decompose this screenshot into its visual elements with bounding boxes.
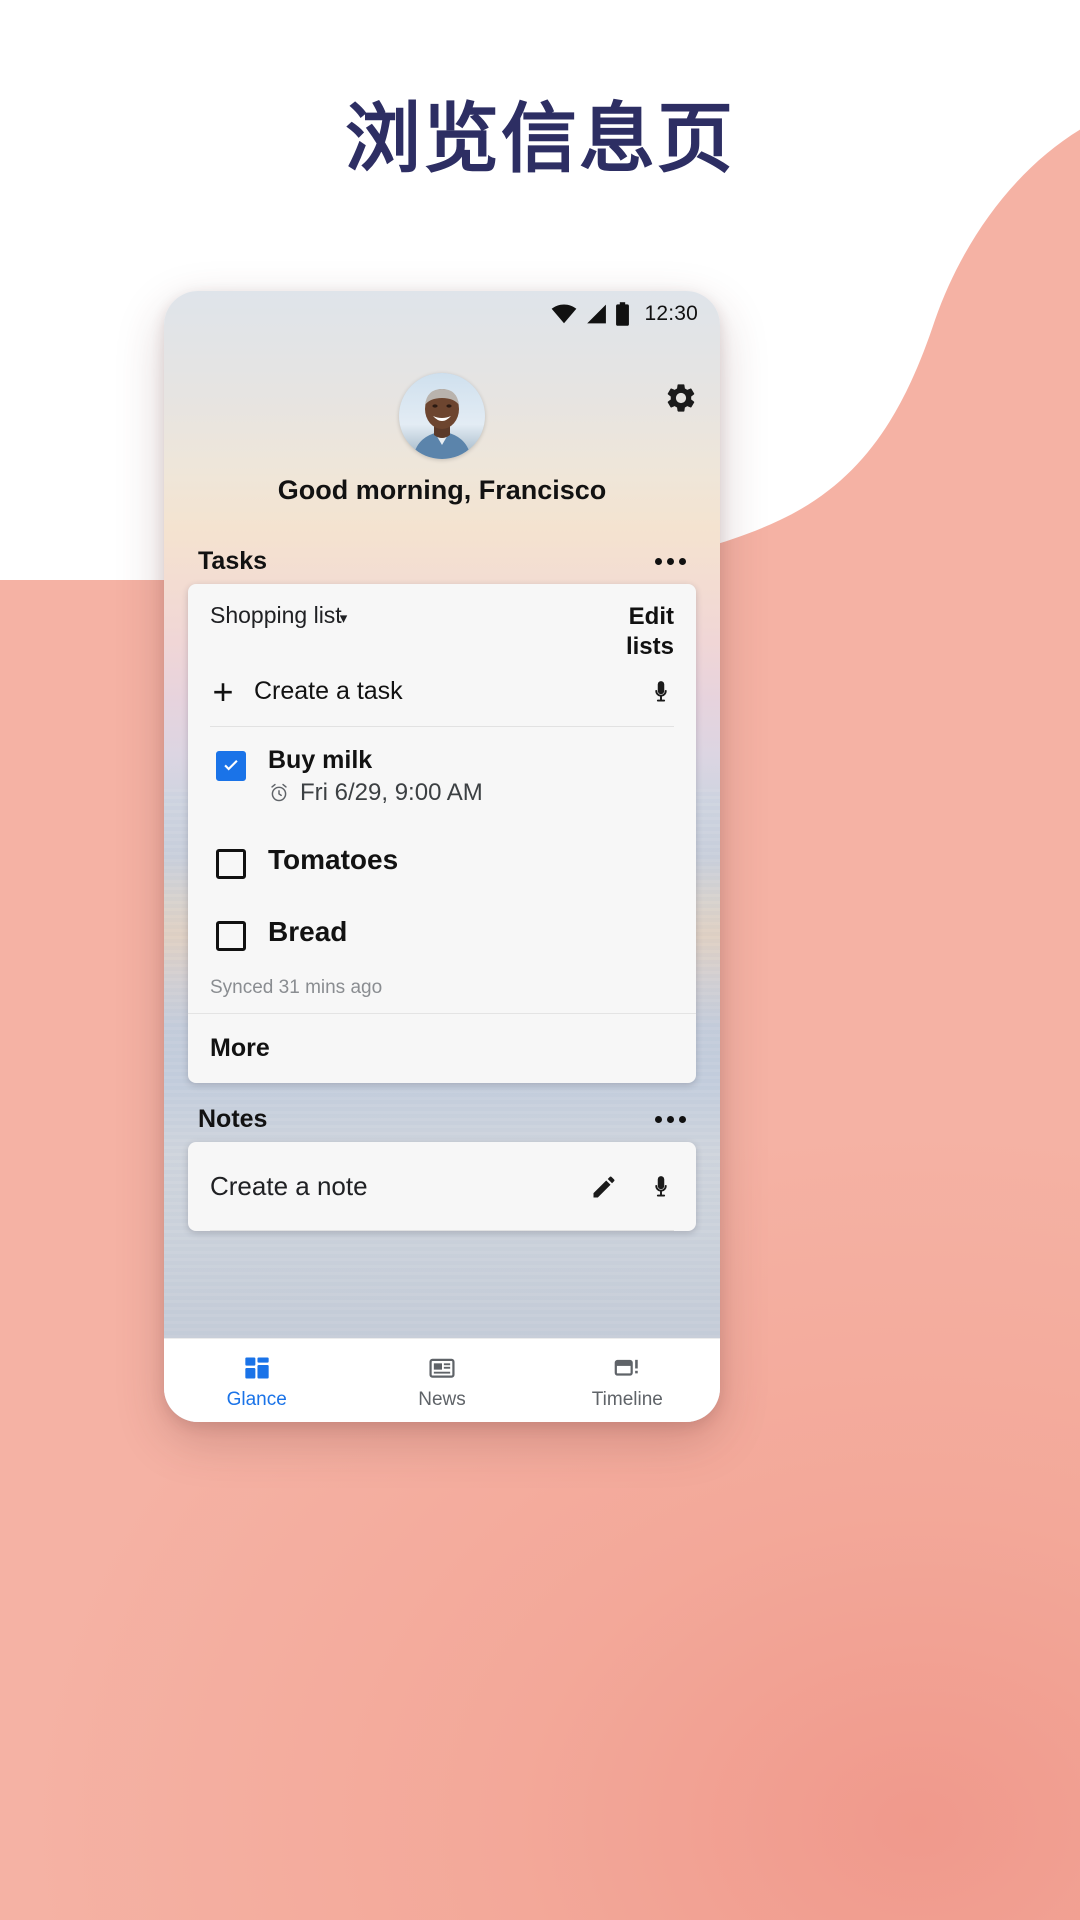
task-list-name: Shopping list bbox=[210, 602, 342, 628]
create-task-label: Create a task bbox=[254, 677, 403, 705]
phone-content: Tasks Shopping list ▾ Edit lists + Creat… bbox=[164, 537, 720, 1338]
tasks-section-header: Tasks bbox=[164, 537, 720, 584]
task-list-selector[interactable]: Shopping list ▾ bbox=[210, 602, 347, 629]
alarm-icon bbox=[268, 782, 290, 804]
battery-icon bbox=[615, 302, 630, 326]
notes-section-title: Notes bbox=[198, 1104, 268, 1133]
phone-mockup: 12:30 Good morning, Francisco Tasks Shop… bbox=[164, 291, 720, 1422]
create-task-left: + Create a task bbox=[210, 670, 403, 712]
create-task-row[interactable]: + Create a task bbox=[188, 668, 696, 726]
status-bar: 12:30 bbox=[164, 291, 720, 337]
notes-card: Create a note bbox=[188, 1141, 696, 1231]
task-checkbox-checked[interactable] bbox=[216, 750, 246, 781]
nav-label-timeline: Timeline bbox=[591, 1389, 663, 1410]
screenshot-root: 浏览信息页 12:30 Good morning, Francisco Task… bbox=[0, 0, 1080, 1920]
task-checkbox-unchecked[interactable] bbox=[216, 848, 246, 879]
tasks-card-top: Shopping list ▾ Edit lists bbox=[188, 584, 696, 668]
greeting-text: Good morning, Francisco bbox=[277, 475, 607, 505]
news-icon bbox=[428, 1354, 456, 1382]
task-reminder-text: Fri 6/29, 9:00 AM bbox=[300, 778, 483, 806]
task-title: Bread bbox=[268, 915, 348, 947]
tasks-section-title: Tasks bbox=[198, 547, 268, 575]
bottom-navigation: Glance News Timeline bbox=[164, 1338, 720, 1422]
gear-icon[interactable] bbox=[664, 381, 698, 415]
nav-label-news: News bbox=[418, 1389, 466, 1410]
microphone-icon[interactable] bbox=[648, 675, 674, 709]
task-reminder: Fri 6/29, 9:00 AM bbox=[268, 779, 674, 807]
sync-status-text: Synced 31 mins ago bbox=[210, 976, 383, 998]
notes-section-header: Notes bbox=[164, 1083, 720, 1142]
task-title: Tomatoes bbox=[268, 843, 399, 875]
status-bar-time: 12:30 bbox=[644, 302, 698, 325]
nav-item-news[interactable]: News bbox=[349, 1350, 534, 1411]
tasks-card: Shopping list ▾ Edit lists + Create a ta… bbox=[188, 584, 696, 1083]
nav-item-timeline[interactable]: Timeline bbox=[535, 1350, 720, 1411]
task-body: Bread bbox=[268, 915, 674, 949]
task-body: Buy milk Fri 6/29, 9:00 AM bbox=[268, 745, 674, 807]
timeline-icon bbox=[613, 1354, 641, 1382]
plus-icon: + bbox=[212, 670, 234, 712]
nav-item-glance[interactable]: Glance bbox=[164, 1350, 349, 1411]
create-note-label: Create a note bbox=[210, 1171, 368, 1201]
pencil-icon[interactable] bbox=[590, 1173, 618, 1201]
glance-icon bbox=[243, 1354, 271, 1382]
avatar[interactable] bbox=[399, 373, 485, 459]
more-options-icon[interactable] bbox=[651, 550, 690, 573]
task-body: Tomatoes bbox=[268, 843, 674, 877]
note-card-divider bbox=[210, 1229, 674, 1231]
create-note-row[interactable]: Create a note bbox=[188, 1142, 696, 1230]
wifi-icon bbox=[551, 304, 577, 324]
more-button[interactable]: More bbox=[188, 1012, 696, 1083]
microphone-icon[interactable] bbox=[648, 1170, 674, 1204]
nav-label-glance: Glance bbox=[226, 1389, 287, 1410]
task-row[interactable]: Bread bbox=[188, 897, 696, 969]
note-actions bbox=[590, 1170, 674, 1204]
task-checkbox-unchecked[interactable] bbox=[216, 920, 246, 951]
page-title: 浏览信息页 bbox=[345, 97, 735, 182]
cell-signal-icon bbox=[585, 304, 607, 324]
task-title: Buy milk bbox=[268, 745, 373, 774]
chevron-down-icon: ▾ bbox=[339, 610, 348, 627]
more-options-icon[interactable] bbox=[651, 1108, 690, 1131]
task-row[interactable]: Buy milk Fri 6/29, 9:00 AM bbox=[188, 727, 696, 825]
edit-lists-button[interactable]: Edit lists bbox=[588, 602, 674, 662]
task-row[interactable]: Tomatoes bbox=[188, 825, 696, 897]
phone-header: Good morning, Francisco bbox=[164, 337, 720, 537]
